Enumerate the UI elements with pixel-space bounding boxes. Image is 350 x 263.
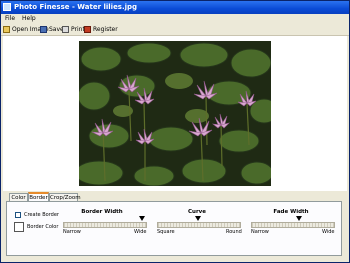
border-tab-body: Create Border Border Color Border Width … [6, 201, 342, 256]
border-color-label: Border Color [27, 224, 59, 230]
menu-bar: File Help [1, 14, 349, 24]
fade-width-max-label: Wide [322, 229, 335, 235]
print-button[interactable]: Print [62, 25, 85, 34]
app-icon [3, 3, 11, 11]
fade-width-slider[interactable] [251, 216, 335, 228]
create-border-label: Create Border [24, 212, 59, 218]
menu-help[interactable]: Help [22, 15, 36, 22]
menu-file[interactable]: File [5, 15, 15, 22]
printer-icon [62, 26, 69, 33]
create-border-checkbox[interactable] [15, 212, 21, 218]
app-window: Photo Finesse - Water lilies.jpg File He… [0, 0, 350, 263]
border-width-max-label: Wide [134, 229, 147, 235]
tab-color[interactable]: Color [9, 193, 28, 201]
border-width-slider[interactable] [63, 216, 147, 228]
border-width-min-label: Narrow [63, 229, 81, 235]
register-label: Register [93, 26, 118, 33]
water-lilies-photo [79, 41, 271, 186]
curve-max-label: Round [226, 229, 242, 235]
border-width-thumb[interactable] [139, 216, 145, 221]
curve-slider[interactable] [157, 216, 241, 228]
fade-width-min-label: Narrow [251, 229, 269, 235]
curve-min-label: Square [157, 229, 175, 235]
register-icon [84, 26, 91, 33]
photo-preview[interactable] [79, 41, 271, 186]
curve-title: Curve [188, 209, 206, 215]
window-title: Photo Finesse - Water lilies.jpg [14, 3, 138, 11]
save-button[interactable]: Save [40, 25, 64, 34]
folder-icon [3, 26, 10, 33]
save-icon [40, 26, 47, 33]
register-button[interactable]: Register [84, 25, 118, 34]
adjustments-panel: Color Border Crop/Zoom Create Border Bor… [3, 192, 347, 260]
toolbar: Open Image Save Print Register [1, 24, 349, 36]
image-canvas [3, 36, 347, 191]
fade-width-title: Fade Width [273, 209, 309, 215]
print-label: Print [71, 26, 85, 33]
fade-width-thumb[interactable] [296, 216, 302, 221]
border-color-swatch[interactable] [14, 222, 24, 232]
title-bar[interactable]: Photo Finesse - Water lilies.jpg [1, 1, 349, 14]
tab-crop-zoom[interactable]: Crop/Zoom [49, 193, 81, 201]
curve-thumb[interactable] [195, 216, 201, 221]
border-width-title: Border Width [81, 209, 123, 215]
